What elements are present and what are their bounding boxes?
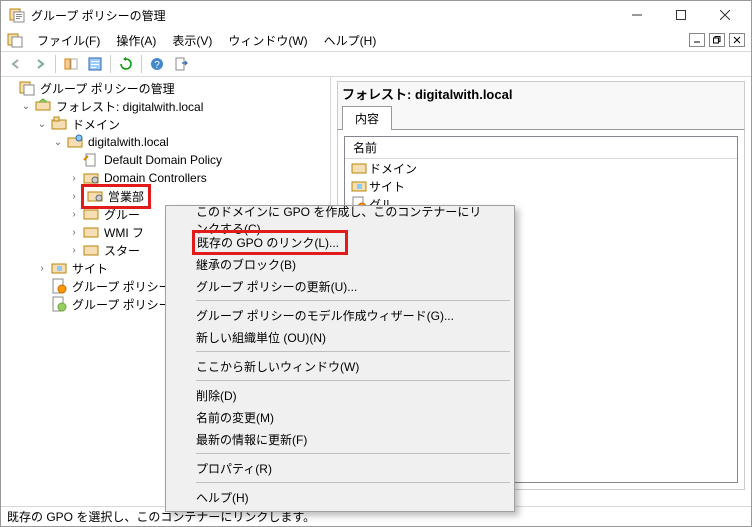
list-row-label: ドメイン (369, 160, 417, 177)
chevron-right-icon[interactable]: › (35, 261, 49, 275)
chevron-right-icon[interactable]: › (67, 207, 81, 221)
ctx-help[interactable]: ヘルプ(H) (168, 486, 512, 508)
tree-domain[interactable]: ⌄ digitalwith.local (51, 133, 330, 151)
menu-help[interactable]: ヘルプ(H) (316, 30, 385, 51)
chevron-down-icon[interactable]: ⌄ (35, 117, 49, 131)
forward-button[interactable] (29, 53, 51, 75)
menu-bar: ファイル(F) 操作(A) 表示(V) ウィンドウ(W) ヘルプ(H) (1, 29, 751, 51)
tab-strip: 内容 (337, 105, 745, 130)
folder-icon (83, 224, 99, 240)
folder-icon (83, 206, 99, 222)
list-row-domain[interactable]: ドメイン (345, 159, 737, 177)
tree-gp2-label: グループ ポリシー (69, 295, 174, 314)
back-button[interactable] (5, 53, 27, 75)
ctx-gp-update[interactable]: グループ ポリシーの更新(U)... (168, 275, 512, 297)
mdi-controls (689, 33, 745, 47)
tree-domains-label: ドメイン (69, 115, 123, 134)
close-button[interactable] (703, 1, 747, 29)
ctx-separator (196, 380, 510, 381)
title-bar: グループ ポリシーの管理 (1, 1, 751, 29)
menu-file[interactable]: ファイル(F) (29, 30, 108, 51)
tree-forest[interactable]: ⌄ フォレスト: digitalwith.local (19, 97, 330, 115)
toolbar-separator (55, 55, 56, 73)
menu-action[interactable]: 操作(A) (108, 30, 164, 51)
folder-icon (83, 242, 99, 258)
menu-window[interactable]: ウィンドウ(W) (220, 30, 315, 51)
list-row-label: サイト (369, 178, 405, 195)
ctx-model-wizard[interactable]: グループ ポリシーのモデル作成ウィザード(G)... (168, 304, 512, 326)
context-menu: このドメインに GPO を作成し、このコンテナーにリンクする(C)... 既存の… (165, 205, 515, 512)
tree-root[interactable]: グループ ポリシーの管理 (3, 79, 330, 97)
ctx-separator (196, 482, 510, 483)
tree-forest-label: フォレスト: digitalwith.local (53, 97, 206, 116)
tree-default-policy-label: Default Domain Policy (101, 152, 225, 168)
chevron-down-icon[interactable]: ⌄ (19, 99, 33, 113)
show-hide-tree-button[interactable] (60, 53, 82, 75)
sites-icon (351, 178, 367, 194)
gpmc-icon (19, 80, 35, 96)
mdi-minimize-button[interactable] (689, 33, 705, 47)
chevron-right-icon[interactable]: › (67, 189, 81, 203)
refresh-button[interactable] (115, 53, 137, 75)
tree-group-label: グルー (101, 205, 143, 224)
menu-view[interactable]: 表示(V) (164, 30, 220, 51)
ctx-link-existing-label: 既存の GPO のリンク(L)... (192, 230, 348, 255)
domain-icon (67, 134, 83, 150)
ctx-delete[interactable]: 削除(D) (168, 384, 512, 406)
tree-eigyo-label: 営業部 (105, 187, 147, 206)
window-title: グループ ポリシーの管理 (31, 7, 615, 24)
tree-sites-label: サイト (69, 259, 111, 278)
domains-icon (351, 160, 367, 176)
tab-contents[interactable]: 内容 (342, 106, 392, 130)
chevron-right-icon[interactable]: › (67, 225, 81, 239)
report-icon (51, 296, 67, 312)
ctx-new-window[interactable]: ここから新しいウィンドウ(W) (168, 355, 512, 377)
ctx-rename[interactable]: 名前の変更(M) (168, 406, 512, 428)
tree-root-label: グループ ポリシーの管理 (37, 79, 178, 98)
maximize-button[interactable] (659, 1, 703, 29)
app-icon (9, 7, 25, 23)
ctx-separator (196, 351, 510, 352)
ctx-separator (196, 300, 510, 301)
domains-icon (51, 116, 67, 132)
ou-icon (87, 188, 103, 204)
chevron-down-icon[interactable]: ⌄ (51, 135, 65, 149)
mdi-restore-button[interactable] (709, 33, 725, 47)
ctx-create-and-link[interactable]: このドメインに GPO を作成し、このコンテナーにリンクする(C)... (168, 209, 512, 231)
minimize-button[interactable] (615, 1, 659, 29)
ctx-separator (196, 453, 510, 454)
column-header-name[interactable]: 名前 (345, 137, 737, 159)
forest-icon (35, 98, 51, 114)
tree-default-policy[interactable]: Default Domain Policy (67, 151, 330, 169)
mdi-close-button[interactable] (729, 33, 745, 47)
sites-icon (51, 260, 67, 276)
tree-starter-label: スター (101, 241, 143, 260)
tree-domains[interactable]: ⌄ ドメイン (35, 115, 330, 133)
toolbar-separator (141, 55, 142, 73)
gpo-link-icon (83, 152, 99, 168)
ctx-new-ou[interactable]: 新しい組織単位 (OU)(N) (168, 326, 512, 348)
ctx-block-inherit[interactable]: 継承のブロック(B) (168, 253, 512, 275)
tree-domain-label: digitalwith.local (85, 134, 172, 150)
options-button[interactable] (84, 53, 106, 75)
details-header: フォレスト: digitalwith.local (337, 81, 745, 105)
export-button[interactable] (170, 53, 192, 75)
report-icon (51, 278, 67, 294)
toolbar-separator (110, 55, 111, 73)
toolbar: ? (1, 51, 751, 77)
menu-app-icon (7, 32, 23, 48)
ctx-properties[interactable]: プロパティ(R) (168, 457, 512, 479)
svg-text:?: ? (154, 60, 160, 71)
window-buttons (615, 1, 747, 29)
tree-wmi-label: WMI フ (101, 223, 147, 242)
ctx-refresh[interactable]: 最新の情報に更新(F) (168, 428, 512, 450)
tree-gp1-label: グループ ポリシー (69, 277, 174, 296)
help-button[interactable]: ? (146, 53, 168, 75)
chevron-right-icon[interactable]: › (67, 243, 81, 257)
list-row-sites[interactable]: サイト (345, 177, 737, 195)
chevron-right-icon[interactable]: › (67, 171, 81, 185)
